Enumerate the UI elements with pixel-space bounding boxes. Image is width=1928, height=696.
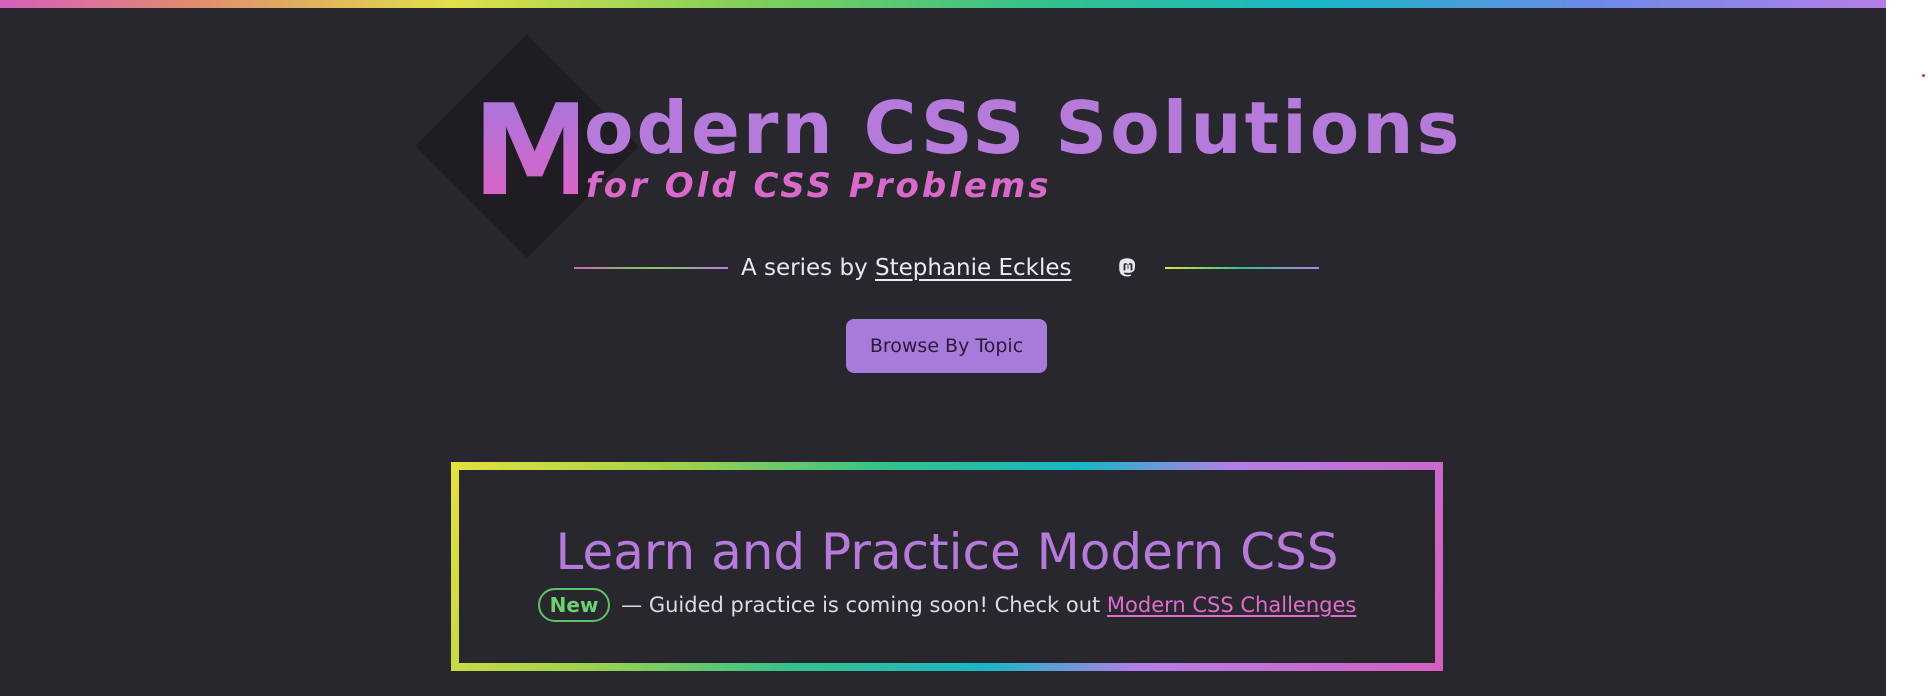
promo-message: — Guided practice is coming soon! Check … [621,593,1101,617]
promo-title: Learn and Practice Modern CSS [555,523,1339,581]
logo-letter: M [472,77,597,224]
page: M odern CSS Solutions for Old CSS Proble… [0,0,1886,696]
browse-by-topic-button[interactable]: Browse By Topic [846,319,1047,373]
promo-card: Learn and Practice Modern CSS New — Guid… [451,462,1443,671]
scroll-marker [1922,74,1925,77]
byline-divider-right [1165,267,1319,269]
challenges-link[interactable]: Modern CSS Challenges [1107,593,1356,617]
new-badge: New [537,588,611,622]
mastodon-icon[interactable] [1116,256,1140,280]
byline: A series by Stephanie Eckles [741,252,1072,284]
site-title: odern CSS Solutions [584,86,1463,170]
promo-message-line: New — Guided practice is coming soon! Ch… [459,587,1435,623]
byline-prefix: A series by [741,255,868,281]
promo-card-inner: Learn and Practice Modern CSS New — Guid… [459,470,1435,663]
rainbow-top-bar [0,0,1886,8]
author-link[interactable]: Stephanie Eckles [875,255,1072,281]
site-subtitle: for Old CSS Problems [586,166,1052,206]
byline-divider-left [574,267,728,269]
scrollbar-gutter[interactable] [1886,0,1928,696]
